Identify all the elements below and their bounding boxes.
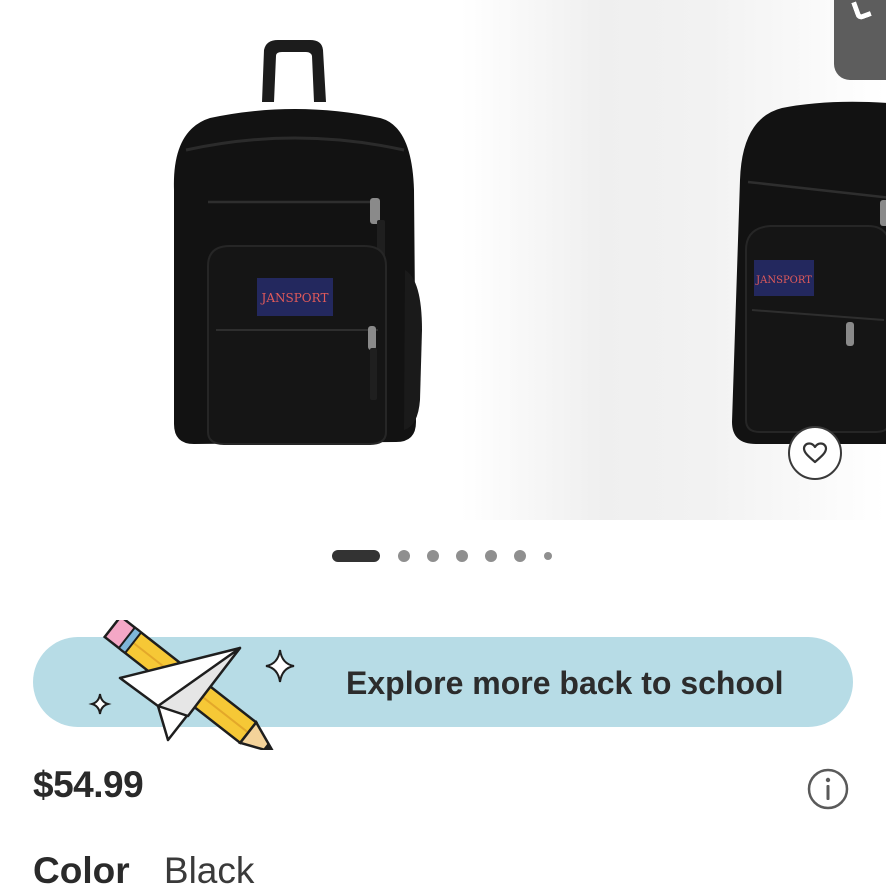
product-image-gallery[interactable]: JANSPORT JANSPORT: [0, 0, 886, 520]
pagination-dot[interactable]: [514, 550, 526, 562]
pagination-dot[interactable]: [544, 552, 552, 560]
pagination-dot-active[interactable]: [332, 550, 380, 562]
pagination-dot[interactable]: [456, 550, 468, 562]
heart-icon: [802, 442, 828, 464]
promo-label: Explore more back to school: [346, 665, 784, 701]
gallery-pagination: [0, 546, 886, 566]
info-icon[interactable]: [806, 767, 850, 811]
pagination-dot[interactable]: [427, 550, 439, 562]
pagination-dot[interactable]: [485, 550, 497, 562]
selected-color-value: Black: [163, 850, 255, 891]
media-icon[interactable]: [834, 0, 886, 80]
product-price: $54.99: [33, 764, 144, 805]
pencil-plane-icon: [88, 620, 295, 750]
favorite-button[interactable]: [788, 426, 842, 480]
next-product-image[interactable]: JANSPORT: [712, 60, 886, 460]
next-backpack-logo-text: JANSPORT: [755, 275, 812, 286]
backpack-logo-text: JANSPORT: [260, 291, 329, 305]
product-image-backpack[interactable]: JANSPORT: [150, 30, 440, 460]
color-label: Color: [33, 850, 130, 891]
pagination-dot[interactable]: [398, 550, 410, 562]
